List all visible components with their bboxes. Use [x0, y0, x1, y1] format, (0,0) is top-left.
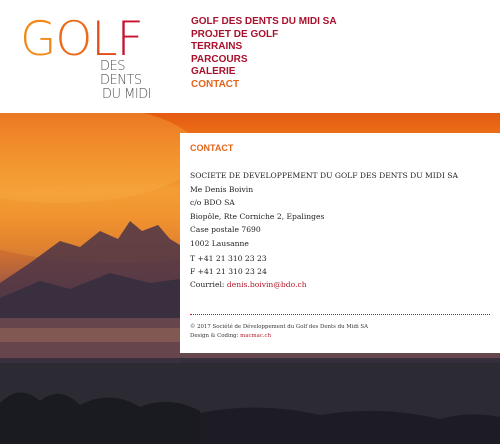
logo-subtitle-line2: DU MIDI: [102, 87, 152, 102]
nav-item-projet-de-golf[interactable]: PROJET DE GOLF: [191, 29, 337, 42]
address-line: 1002 Lausanne: [190, 238, 249, 248]
contact-numbers: T +41 21 310 23 23 F +41 21 310 23 24 Co…: [190, 253, 307, 291]
email-link[interactable]: denis.boivin@bdo.ch: [227, 280, 307, 289]
fax-number: F +41 21 310 23 24: [190, 266, 267, 276]
contact-panel: CONTACT SOCIETE DE DEVELOPPEMENT DU GOLF…: [180, 133, 500, 353]
nav-item-terrains[interactable]: TERRAINS: [191, 41, 337, 54]
nav-item-contact[interactable]: CONTACT: [191, 79, 337, 92]
copyright-text: © 2017 Société de Développement du Golf …: [190, 324, 369, 330]
email-row: Courriel: denis.boivin@bdo.ch: [190, 279, 307, 292]
logo-subtitle: DES DENTS DU MIDI: [100, 60, 170, 102]
logo-letter-o: O: [55, 12, 92, 67]
address-line: Biopôle, Rte Corniche 2, Epalinges: [190, 211, 325, 221]
nav-item-parcours[interactable]: PARCOURS: [191, 54, 337, 67]
credit-link[interactable]: macmac.ch: [240, 333, 271, 339]
address-line: Case postale 7690: [190, 225, 261, 235]
site-header: GOLF DES DENTS DU MIDI GOLF DES DENTS DU…: [0, 0, 500, 113]
address-line: SOCIETE DE DEVELOPPEMENT DU GOLF DES DEN…: [190, 171, 458, 180]
credit-label: Design & Coding:: [190, 332, 241, 339]
main-nav: GOLF DES DENTS DU MIDI SA PROJET DE GOLF…: [191, 16, 337, 91]
page-title: CONTACT: [190, 143, 234, 153]
nav-item-golf-des-dents-du-midi[interactable]: GOLF DES DENTS DU MIDI SA: [191, 16, 337, 29]
logo-subtitle-line1: DES DENTS: [100, 59, 142, 88]
site-logo[interactable]: GOLF DES DENTS DU MIDI: [20, 12, 160, 102]
site-footer: © 2017 Société de Développement du Golf …: [190, 323, 368, 340]
phone-number: T +41 21 310 23 23: [190, 254, 267, 263]
email-label: Courriel:: [190, 279, 227, 289]
address-line: c/o BDO SA: [190, 198, 235, 208]
footer-divider: [190, 314, 490, 315]
address-line: Me Denis Boivin: [190, 184, 254, 194]
logo-letter-g: G: [20, 12, 56, 67]
postal-address: SOCIETE DE DEVELOPPEMENT DU GOLF DES DEN…: [190, 169, 458, 251]
credit-row: Design & Coding: macmac.ch: [190, 332, 368, 341]
nav-item-galerie[interactable]: GALERIE: [191, 66, 337, 79]
